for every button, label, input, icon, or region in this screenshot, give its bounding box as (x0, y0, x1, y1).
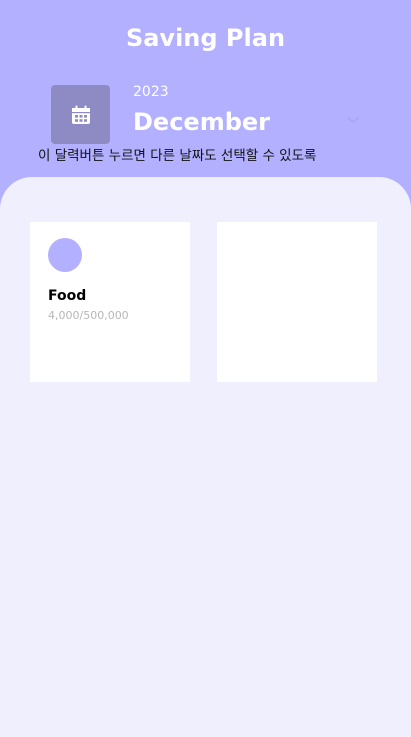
category-amount: 4,000/500,000 (48, 309, 129, 322)
empty-category-card[interactable] (217, 222, 377, 382)
category-card-food[interactable]: Food 4,000/500,000 (30, 222, 190, 382)
category-dot-icon (48, 238, 82, 272)
year-label: 2023 (133, 84, 169, 100)
calendar-icon (71, 105, 90, 124)
month-label[interactable]: December (133, 108, 270, 136)
month-dropdown-button[interactable] (346, 110, 360, 129)
category-name: Food (48, 288, 87, 304)
annotation-note: 이 달력버튼 누르면 다른 날짜도 선택할 수 있도록 (38, 148, 317, 164)
calendar-button[interactable] (51, 85, 110, 144)
chevron-down-icon (347, 117, 359, 123)
page-title: Saving Plan (125, 24, 286, 52)
